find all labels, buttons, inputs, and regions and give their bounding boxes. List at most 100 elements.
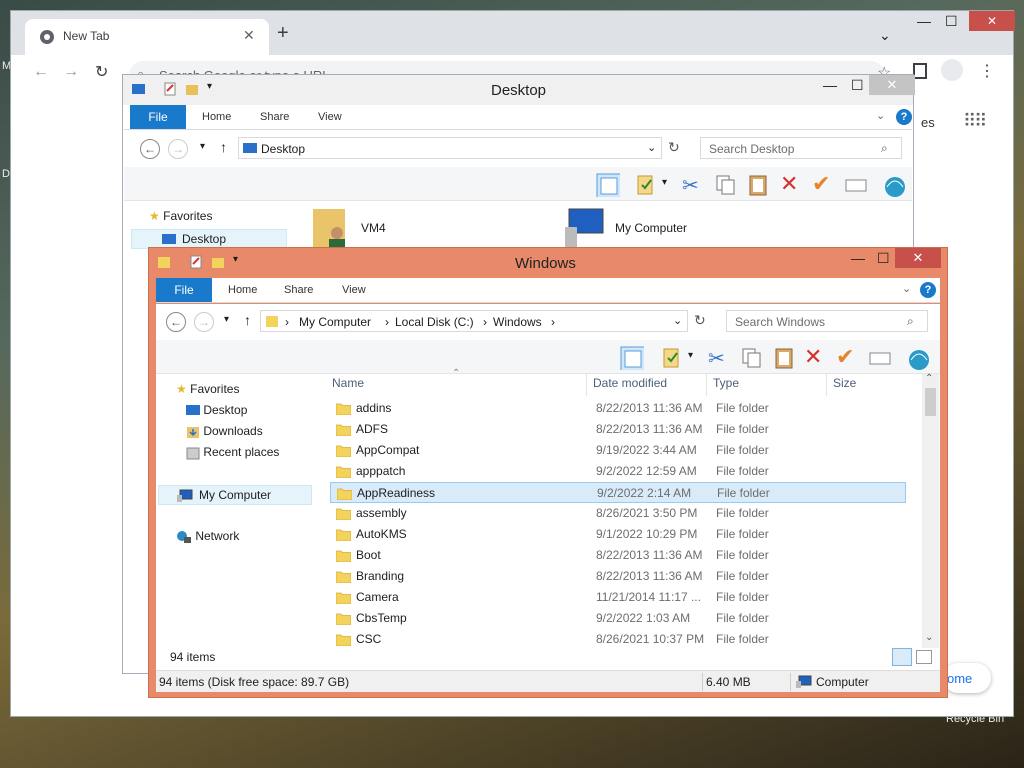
tab-home[interactable]: Home [228,284,257,296]
help-icon[interactable]: ? [920,282,936,298]
shell-icon[interactable] [882,173,906,197]
vertical-scrollbar[interactable]: ⌃ ⌄ [922,373,939,648]
dropdown-icon[interactable]: ▾ [688,350,693,361]
properties-icon[interactable] [163,82,177,96]
table-row[interactable]: AutoKMS 9/1/2022 10:29 PM File folder [330,524,906,545]
table-row[interactable]: assembly 8/26/2021 3:50 PM File folder [330,503,906,524]
cut-icon[interactable]: ✂ [682,173,706,197]
search-field[interactable]: Search Desktop ⌕ [700,137,902,159]
help-icon[interactable]: ? [896,109,912,125]
nav-desktop[interactable]: Desktop [131,229,287,249]
nav-desktop[interactable]: Desktop [186,403,247,417]
column-type-header[interactable]: Type [713,376,739,390]
properties-icon[interactable] [634,173,658,197]
tab-file[interactable]: File [156,278,212,302]
new-folder-icon[interactable] [211,255,225,269]
forward-icon[interactable]: → [194,312,214,332]
nav-favorites[interactable]: ★ Favorites [149,209,212,223]
large-icons-view-icon[interactable] [916,650,932,664]
scroll-down-icon[interactable]: ⌄ [925,632,933,643]
properties-icon[interactable] [189,255,203,269]
minimize-icon[interactable]: — [917,13,931,29]
checkmark-icon[interactable]: ✔ [836,346,860,370]
desktop-item-vm4[interactable]: VM4 [307,201,427,249]
address-bar[interactable]: Desktop ⌄ [238,137,662,159]
rename-icon[interactable] [844,173,868,197]
recent-locations-icon[interactable]: ▾ [200,141,205,152]
tab-home[interactable]: Home [202,111,231,123]
nav-downloads[interactable]: Downloads [186,424,263,439]
column-date-header[interactable]: Date modified [593,376,667,390]
chrome-close-button[interactable]: ✕ [969,11,1015,31]
dropdown-icon[interactable]: ▾ [662,177,667,188]
tab-share[interactable]: Share [260,111,289,123]
checkmark-icon[interactable]: ✔ [812,173,836,197]
up-icon[interactable]: ↑ [244,312,251,328]
expand-ribbon-icon[interactable]: ⌄ [902,282,911,295]
back-icon[interactable]: ← [166,312,186,332]
scrollbar-thumb[interactable] [925,388,936,416]
maximize-icon[interactable]: ☐ [877,250,890,267]
forward-icon[interactable]: → [168,139,188,159]
table-row[interactable]: Branding 8/22/2013 11:36 AM File folder [330,566,906,587]
cut-icon[interactable]: ✂ [708,346,732,370]
preview-pane-icon[interactable] [620,346,644,370]
customize-chrome-button[interactable]: ome [943,663,991,693]
close-tab-icon[interactable]: ✕ [243,27,255,44]
qat-dropdown-icon[interactable]: ▾ [207,81,212,92]
paste-icon[interactable] [746,173,770,197]
breadcrumb-windows[interactable]: Windows [493,315,542,329]
table-row[interactable]: CSC 8/26/2021 10:37 PM File folder [330,629,906,650]
shell-icon[interactable] [906,346,930,370]
expand-ribbon-icon[interactable]: ⌄ [876,109,885,122]
refresh-icon[interactable]: ↻ [694,312,706,329]
close-button[interactable]: ✕ [869,75,915,95]
table-row[interactable]: CbsTemp 9/2/2022 1:03 AM File folder [330,608,906,629]
chrome-tab[interactable]: New Tab ✕ [25,19,269,55]
apps-grid-icon[interactable]: ⠿⠿ [963,111,987,132]
nav-recent-places[interactable]: Recent places [186,445,279,460]
maximize-icon[interactable]: ☐ [945,13,958,30]
back-icon[interactable]: ← [140,139,160,159]
table-row[interactable]: Boot 8/22/2013 11:36 AM File folder [330,545,906,566]
copy-icon[interactable] [714,173,738,197]
address-dropdown-icon[interactable]: ⌄ [647,141,656,154]
back-icon[interactable]: ← [33,63,49,81]
delete-icon[interactable]: ✕ [804,346,828,370]
recent-locations-icon[interactable]: ▾ [224,314,229,325]
minimize-icon[interactable]: — [823,77,837,93]
tab-view[interactable]: View [342,284,366,296]
nav-my-computer[interactable]: My Computer [158,485,312,505]
column-size-header[interactable]: Size [833,376,856,390]
table-row[interactable]: Camera 11/21/2014 11:17 ... File folder [330,587,906,608]
copy-icon[interactable] [740,346,764,370]
search-field[interactable]: Search Windows ⌕ [726,310,928,332]
qat-dropdown-icon[interactable]: ▾ [233,254,238,265]
profile-avatar[interactable] [941,59,963,81]
new-tab-button[interactable]: + [277,23,289,43]
column-name-header[interactable]: Name [332,376,364,390]
menu-icon[interactable]: ⋮ [979,61,995,81]
tab-share[interactable]: Share [284,284,313,296]
refresh-icon[interactable]: ↻ [668,139,680,156]
nav-favorites[interactable]: ★ Favorites [176,382,239,396]
reload-icon[interactable]: ↻ [95,62,108,82]
table-row[interactable]: AppCompat 9/19/2022 3:44 AM File folder [330,440,906,461]
details-view-icon[interactable] [892,648,912,666]
nav-network[interactable]: Network [176,529,239,544]
address-bar[interactable]: › My Computer › Local Disk (C:) › Window… [260,310,688,332]
delete-icon[interactable]: ✕ [780,173,804,197]
paste-icon[interactable] [772,346,796,370]
maximize-icon[interactable]: ☐ [851,77,864,94]
table-row[interactable]: apppatch 9/2/2022 12:59 AM File folder [330,461,906,482]
desktop-item-my-computer[interactable]: My Computer [561,205,721,249]
breadcrumb-local-disk[interactable]: Local Disk (C:) [395,315,474,329]
rename-icon[interactable] [868,346,892,370]
forward-icon[interactable]: → [63,63,79,81]
properties-icon[interactable] [660,346,684,370]
tab-search-icon[interactable]: ⌄ [879,27,891,44]
close-button[interactable]: ✕ [895,248,941,268]
preview-pane-icon[interactable] [596,173,620,197]
breadcrumb-my-computer[interactable]: My Computer [299,315,371,329]
table-row[interactable]: AppReadiness 9/2/2022 2:14 AM File folder [330,482,906,503]
